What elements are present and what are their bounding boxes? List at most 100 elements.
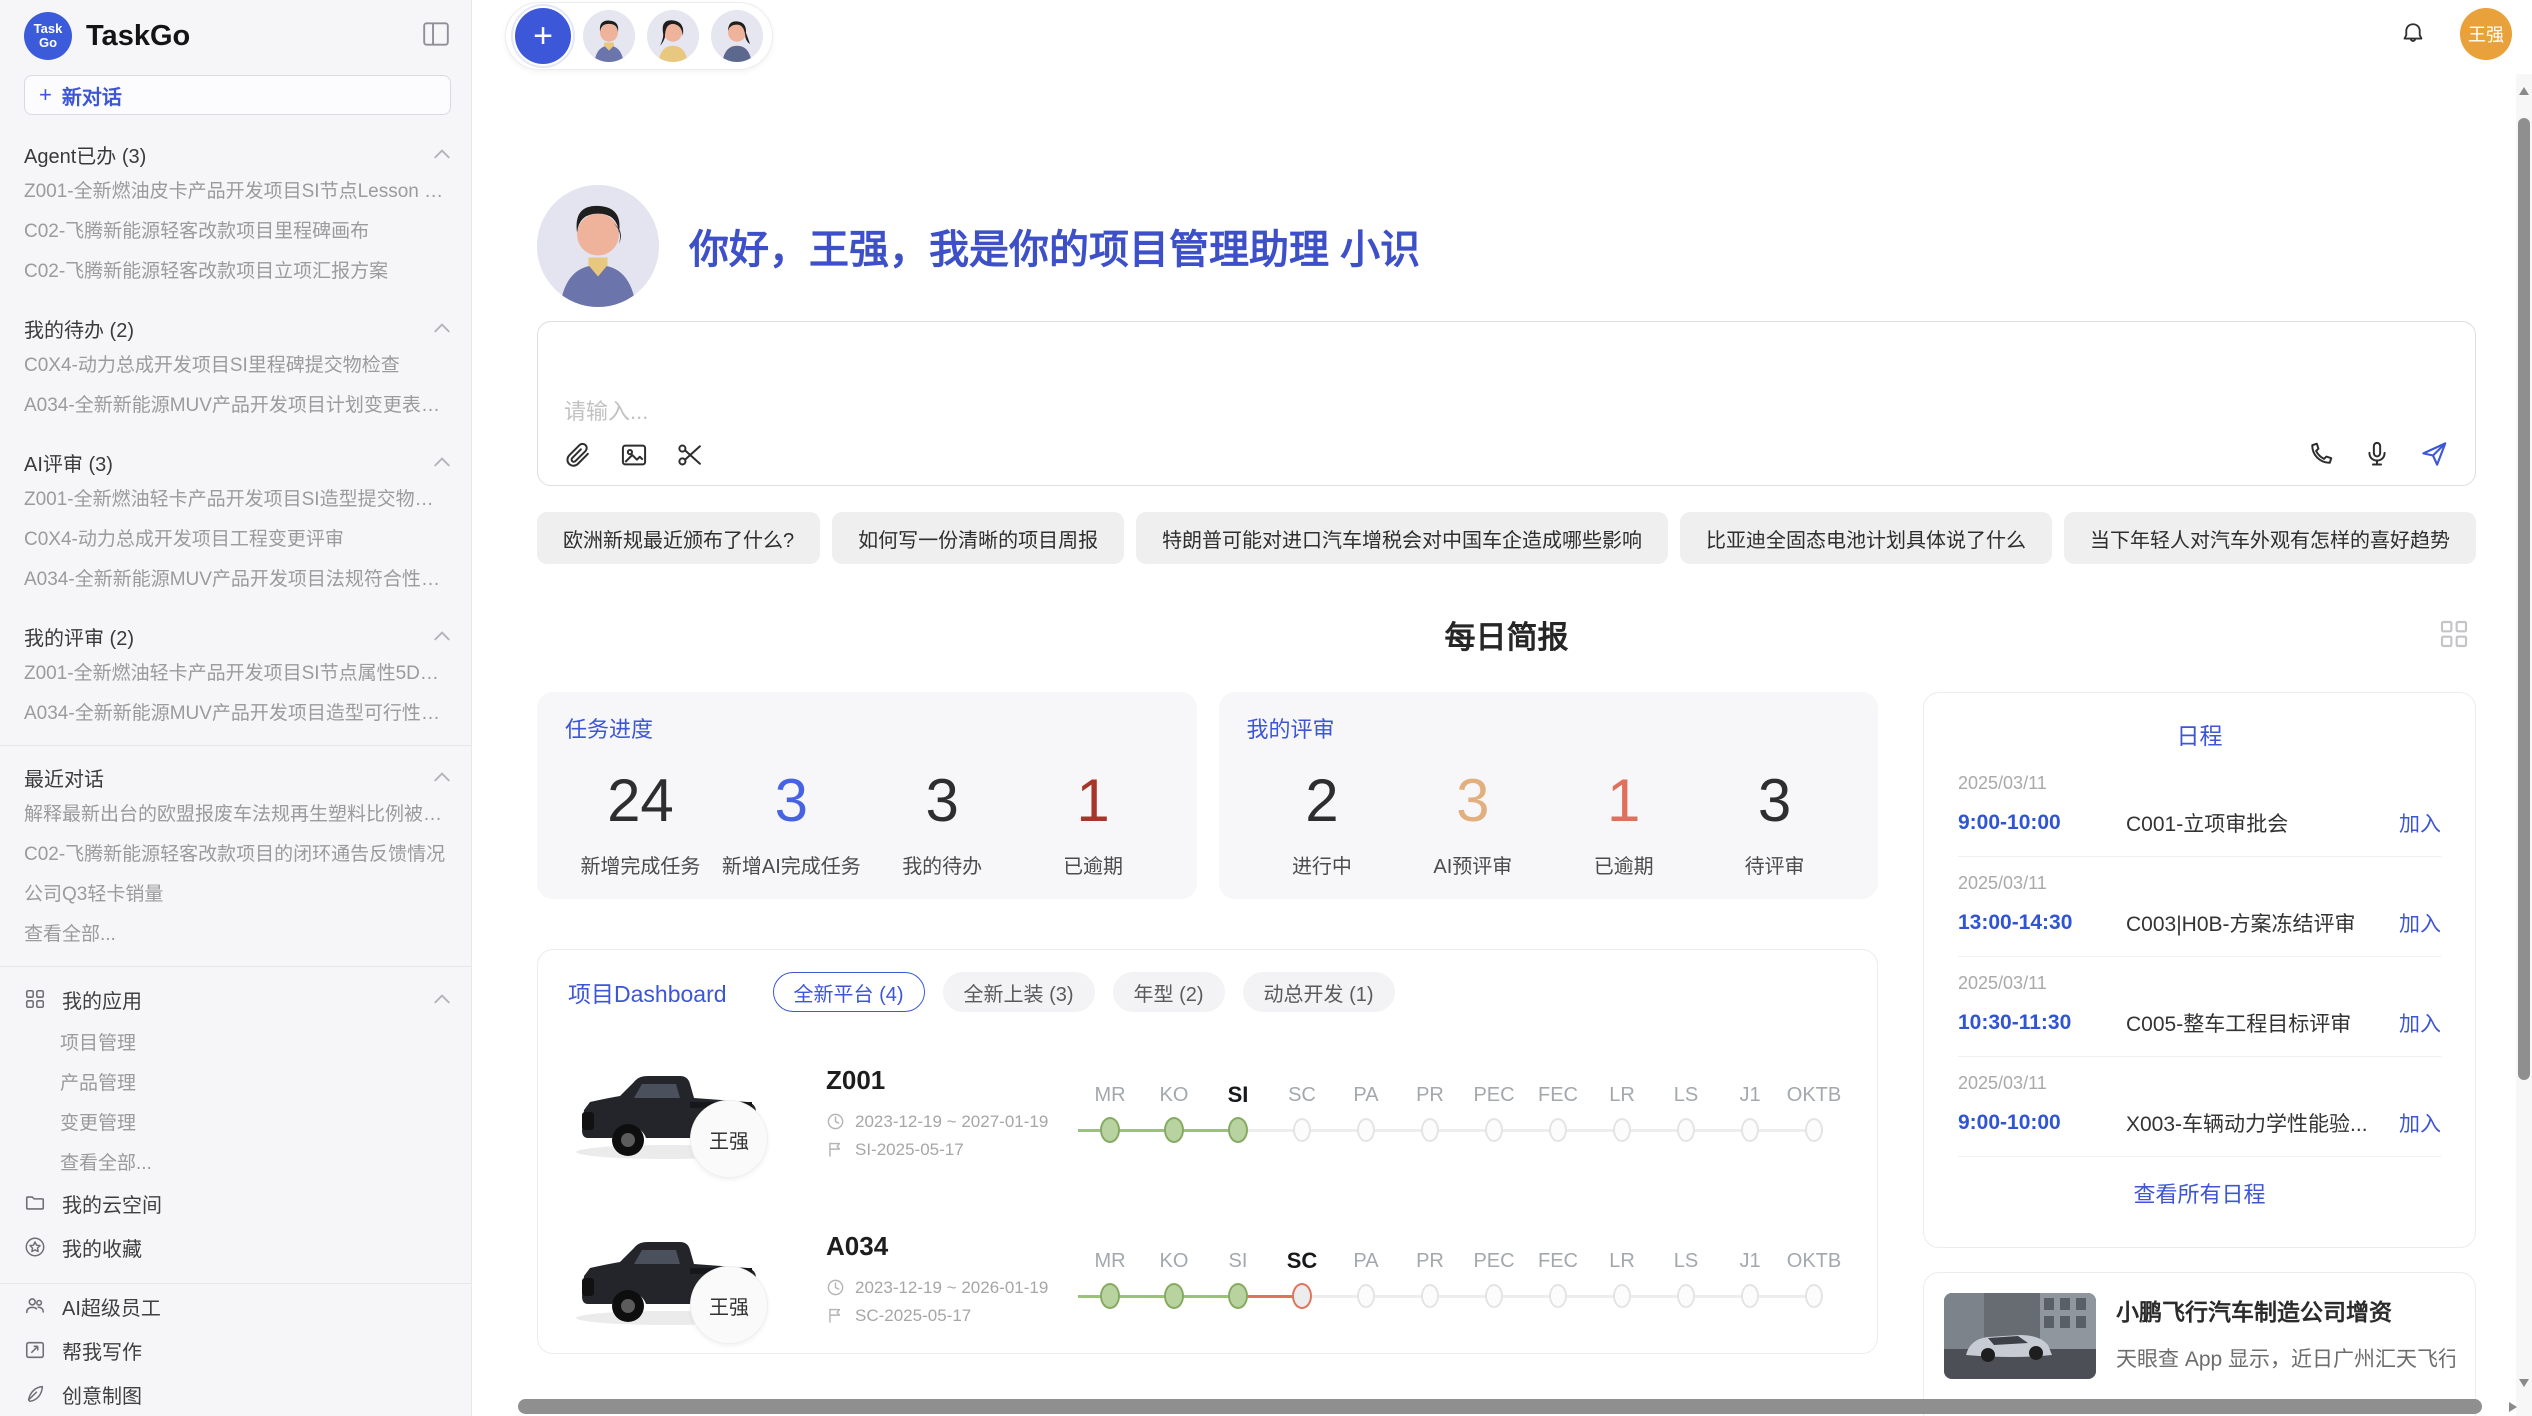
chevron-up-icon[interactable] [433,322,451,334]
schedule-item: 2025/03/11 9:00-10:00 X003-车辆动力学性能验... 加… [1958,1057,2441,1157]
milestone: OKTB [1782,1077,1846,1147]
project-row[interactable]: 王强 A034 2023-12-19 ~ 2026-01-19 SC-2025-… [568,1212,1847,1344]
sidebar-item[interactable]: C02-飞腾新能源轻客改款项目里程碑画布 [24,209,451,249]
recent-item[interactable]: C02-飞腾新能源轻客改款项目的闭环通告反馈情况 [24,832,451,872]
logo-text-top: Task [34,22,63,36]
schedule-title-text: C003|H0B-方案冻结评审 [2126,908,2387,938]
send-icon[interactable] [2419,439,2449,469]
sidebar-item[interactable]: Z001-全新燃油皮卡产品开发项目SI节点Lesson Learn报告 [24,169,451,209]
app-item[interactable]: 项目管理 [24,1021,451,1061]
recent-view-all[interactable]: 查看全部... [24,912,451,952]
sidebar-item[interactable]: A034-全新新能源MUV产品开发项目计划变更表编写 [24,383,451,423]
milestone-dot-pending [1549,1118,1567,1142]
flag-icon [826,1140,845,1159]
new-chat-button[interactable]: + 新对话 [24,75,451,115]
vertical-scrollbar[interactable] [2516,74,2532,1416]
recent-item[interactable]: 公司Q3轻卡销量 [24,872,451,912]
schedule-time: 13:00-14:30 [1958,911,2126,935]
app-item[interactable]: 变更管理 [24,1101,451,1141]
stat-value: 24 [607,762,674,840]
schedule-title-text: X003-车辆动力学性能验... [2126,1108,2387,1138]
sidebar-link-0[interactable]: 我的云空间 [24,1181,451,1225]
sidebar-item[interactable]: C0X4-动力总成开发项目SI里程碑提交物检查 [24,343,451,383]
daily-briefing-header: 每日简报 [537,612,2476,658]
sidebar-item[interactable]: A034-全新新能源MUV产品开发项目造型可行性评审 [24,691,451,731]
chevron-up-icon[interactable] [433,630,451,642]
chevron-up-icon[interactable] [433,993,451,1005]
chevron-up-icon[interactable] [433,148,451,160]
join-link[interactable]: 加入 [2399,1108,2441,1138]
sidebar-group-title: 我的待办 (2) [24,314,134,343]
sidebar-group-header[interactable]: 我的待办 (2) [24,313,451,343]
recent-item[interactable]: 解释最新出台的欧盟报废车法规再生塑料比例被调至15%... [24,792,451,832]
vertical-scrollbar-thumb[interactable] [2518,118,2530,1080]
schedule-date: 2025/03/11 [1958,873,2441,894]
my-apps-header[interactable]: 我的应用 [24,977,451,1021]
recent-header[interactable]: 最近对话 [24,762,451,792]
chevron-up-icon[interactable] [433,771,451,783]
project-row[interactable]: 王强 Z001 2023-12-19 ~ 2027-01-19 SI-2025-… [568,1046,1847,1178]
sidebar-collapse-icon[interactable] [421,21,451,52]
view-all-schedule-link[interactable]: 查看所有日程 [1958,1157,2441,1229]
horizontal-scrollbar-thumb[interactable] [518,1399,2482,1414]
schedule-item: 2025/03/11 13:00-14:30 C003|H0B-方案冻结评审 加… [1958,857,2441,957]
input-tools-right [2307,439,2449,469]
stat-value: 3 [1456,762,1489,840]
join-link[interactable]: 加入 [2399,1008,2441,1038]
milestone: KO [1142,1243,1206,1313]
dashboard-filter[interactable]: 全新上装 (3) [943,972,1095,1012]
milestone-dot-pending [1613,1284,1631,1308]
sidebar-link-1[interactable]: 我的收藏 [24,1225,451,1269]
stat-card: 任务进度 24 新增完成任务 3 新增AI完成任务 3 我的待办 1 已逾期 [537,692,1197,899]
sidebar-group-header[interactable]: AI评审 (3) [24,447,451,477]
image-upload-icon[interactable] [620,441,648,469]
sidebar-tools: AI超级员工 帮我写作 创意制图 [24,1284,451,1416]
grid-icon[interactable] [2438,618,2470,655]
stat-card-title: 任务进度 [565,712,1169,744]
clock-icon [826,1278,845,1297]
sidebar-tool-1[interactable]: 帮我写作 [24,1328,451,1372]
horizontal-scrollbar[interactable] [508,1399,2496,1414]
dashboard-filter[interactable]: 全新平台 (4) [773,972,925,1012]
apps-view-all[interactable]: 查看全部... [24,1141,451,1181]
schedule-date: 2025/03/11 [1958,1073,2441,1094]
chevron-up-icon[interactable] [433,456,451,468]
dashboard-title: 项目Dashboard [568,975,727,1009]
sidebar-item[interactable]: Z001-全新燃油轻卡产品开发项目SI造型提交物评审 [24,477,451,517]
dashboard-filter[interactable]: 动总开发 (1) [1243,972,1395,1012]
suggestion-chip[interactable]: 当下年轻人对汽车外观有怎样的喜好趋势 [2064,512,2476,564]
sidebar-group-header[interactable]: 我的评审 (2) [24,621,451,651]
suggestion-chip[interactable]: 特朗普可能对进口汽车增税会对中国车企造成哪些影响 [1136,512,1668,564]
suggestion-chip[interactable]: 比亚迪全固态电池计划具体说了什么 [1680,512,2052,564]
sidebar-tool-2[interactable]: 创意制图 [24,1372,451,1416]
stat-value: 1 [1607,762,1640,840]
sidebar-item[interactable]: C0X4-动力总成开发项目工程变更评审 [24,517,451,557]
sidebar-group-header[interactable]: Agent已办 (3) [24,139,451,169]
chat-input-box[interactable]: 请输入... [537,321,2476,486]
scissors-icon[interactable] [676,441,704,469]
news-card[interactable]: 小鹏飞行汽车制造公司增资 天眼查 App 显示，近日广州汇天飞行汽... [1923,1272,2476,1416]
app-item[interactable]: 产品管理 [24,1061,451,1101]
milestone-label: PR [1398,1077,1462,1113]
stat-label: 我的待办 [902,850,982,879]
suggestion-chip[interactable]: 欧洲新规最近颁布了什么? [537,512,820,564]
join-link[interactable]: 加入 [2399,908,2441,938]
sidebar-tool-0[interactable]: AI超级员工 [24,1284,451,1328]
milestone-label: LS [1654,1077,1718,1113]
attachment-icon[interactable] [564,441,592,469]
sidebar-item[interactable]: C02-飞腾新能源轻客改款项目立项汇报方案 [24,249,451,289]
join-link[interactable]: 加入 [2399,808,2441,838]
stat-value: 1 [1076,762,1109,840]
milestone-label: LS [1654,1243,1718,1279]
stat-label: 进行中 [1292,850,1352,879]
app-logo: Task Go [24,12,72,60]
clock-icon [826,1112,845,1131]
sidebar-item[interactable]: Z001-全新燃油轻卡产品开发项目SI节点属性5D文件评审 [24,651,451,691]
suggestion-chip[interactable]: 如何写一份清晰的项目周报 [832,512,1124,564]
sidebar-item[interactable]: A034-全新新能源MUV产品开发项目法规符合性评审 [24,557,451,597]
sidebar-group-title: Agent已办 (3) [24,140,146,169]
dashboard-filter[interactable]: 年型 (2) [1113,972,1225,1012]
milestone: SI [1206,1077,1270,1147]
microphone-icon[interactable] [2363,440,2391,468]
voice-call-icon[interactable] [2307,440,2335,468]
